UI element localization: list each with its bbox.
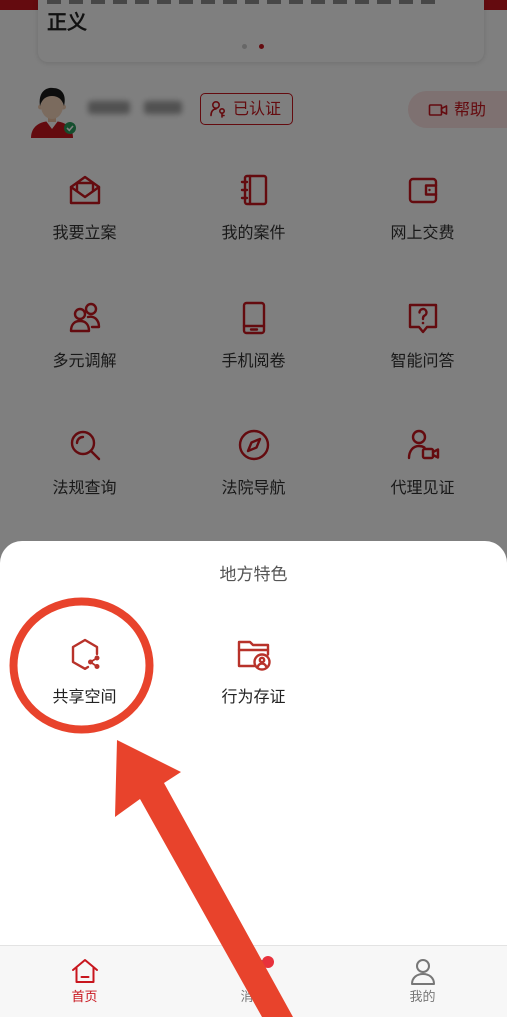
user-icon xyxy=(410,959,435,985)
tab-label: 我的 xyxy=(409,990,436,1005)
unread-badge-dot xyxy=(262,956,274,968)
hexagon-share-icon xyxy=(71,638,99,670)
bottom-tab-bar: 首页 消息 我的 xyxy=(0,945,507,1017)
tab-mine[interactable]: 我的 xyxy=(338,946,507,1017)
tab-home[interactable]: 首页 xyxy=(0,946,169,1017)
sheet-title: 地方特色 xyxy=(219,565,288,585)
feature-shared-space[interactable]: 共享空间 xyxy=(0,635,169,709)
tab-label: 消息 xyxy=(240,990,267,1005)
tab-messages[interactable]: 消息 xyxy=(169,946,338,1017)
feature-label: 行为存证 xyxy=(221,687,286,706)
folder-user-icon xyxy=(237,640,271,671)
tab-label: 首页 xyxy=(71,990,98,1005)
feature-label: 共享空间 xyxy=(52,687,117,706)
home-icon xyxy=(71,959,98,983)
feature-behavior-evidence[interactable]: 行为存证 xyxy=(169,635,338,709)
